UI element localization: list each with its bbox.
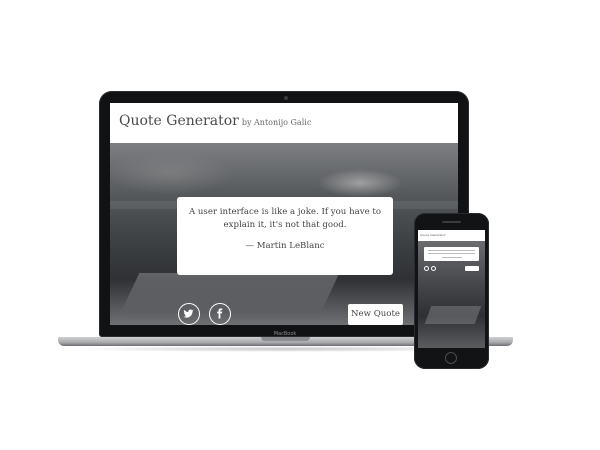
app-byline: by Antonijo Galic	[241, 118, 312, 127]
phone-background-photo	[418, 241, 485, 348]
phone-new-quote-button[interactable]	[465, 266, 479, 271]
laptop-notch	[261, 337, 310, 341]
quote-text: A user interface is like a joke. If you …	[188, 207, 382, 230]
phone-mockup: Quote Generator	[414, 213, 489, 369]
app-title-row: Quote Generator by Antonijo Galic	[119, 113, 311, 129]
laptop-screen: Quote Generator by Antonijo Galic A user …	[110, 103, 458, 325]
new-quote-button[interactable]: New Quote	[348, 304, 403, 325]
phone-quote-line	[428, 250, 475, 251]
laptop-mockup: Quote Generator by Antonijo Galic A user …	[0, 0, 600, 450]
app-title: Quote Generator	[119, 113, 239, 129]
quote-card: A user interface is like a joke. If you …	[177, 197, 393, 275]
phone-home-button	[445, 352, 457, 364]
app-header: Quote Generator by Antonijo Galic	[110, 103, 458, 143]
facebook-share-button[interactable]	[209, 303, 231, 325]
laptop-camera	[284, 96, 288, 100]
phone-twitter-icon[interactable]	[424, 266, 429, 271]
phone-speaker	[442, 221, 461, 223]
phone-quote-author-line	[442, 257, 462, 258]
phone-facebook-icon[interactable]	[431, 266, 436, 271]
twitter-icon	[183, 309, 194, 318]
facebook-icon	[217, 308, 223, 319]
background-desk	[120, 273, 340, 313]
phone-quote-card	[424, 247, 479, 261]
quote-author: — Martin LeBlanc	[245, 241, 325, 251]
phone-app-header: Quote Generator	[418, 230, 485, 241]
phone-background-desk	[424, 306, 482, 324]
phone-quote-line	[428, 253, 475, 254]
phone-screen: Quote Generator	[418, 230, 485, 348]
phone-app-title: Quote Generator	[420, 233, 446, 237]
twitter-share-button[interactable]	[178, 303, 200, 325]
